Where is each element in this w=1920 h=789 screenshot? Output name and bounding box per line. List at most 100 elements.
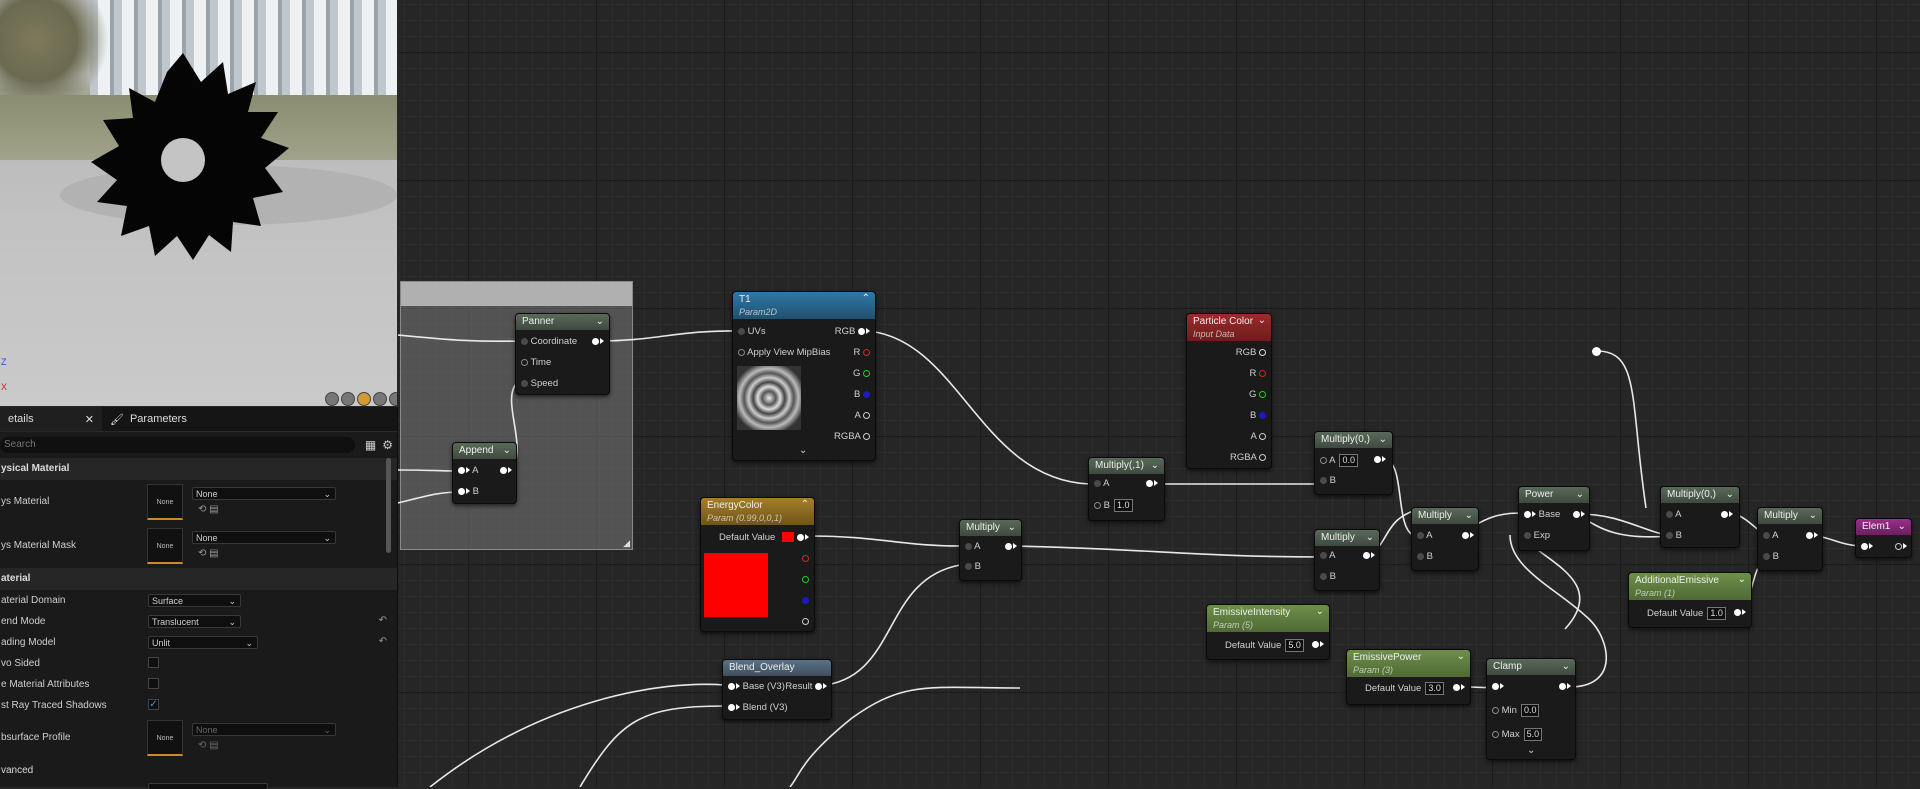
clamp-min-value[interactable]: 0.0 <box>1520 704 1540 717</box>
tab-parameters[interactable]: 🖌 Parameters <box>102 407 195 431</box>
pin-blend-blend[interactable]: Blend (V3) <box>728 702 788 714</box>
chevron-down-icon[interactable]: ⌄ <box>1151 458 1159 474</box>
multiply-a-header[interactable]: Multiply ⌄ <box>960 520 1021 536</box>
reset-icon[interactable]: ↶ <box>379 615 387 626</box>
multiply-d-header[interactable]: Multiply ⌄ <box>1758 508 1822 524</box>
pin-multiply-1-a[interactable]: A <box>1094 478 1109 490</box>
material-preview-viewport[interactable]: Z X <box>0 0 397 406</box>
multiply-1-header[interactable]: Multiply(,1) ⌄ <box>1089 458 1164 474</box>
t1-header[interactable]: T1 Param2D ⌃ <box>733 292 875 319</box>
two-sided-checkbox[interactable] <box>148 657 159 668</box>
chevron-up-icon[interactable]: ⌃ <box>801 498 809 511</box>
chevron-down-icon[interactable]: ⌄ <box>1576 487 1584 503</box>
pin-emissive-intensity-output[interactable] <box>1312 639 1324 651</box>
section-material[interactable]: aterial <box>0 568 397 590</box>
section-physical-material[interactable]: ysical Material <box>0 458 397 480</box>
pin-t1-rgb[interactable]: RGB <box>835 326 870 338</box>
subsurface-profile-thumbnail[interactable]: None <box>147 720 183 756</box>
node-emissive-power[interactable]: EmissivePower Param (3) ⌄ Default Value 3.0 <box>1346 649 1471 705</box>
material-domain-dropdown[interactable]: Surface ⌄ <box>148 594 241 607</box>
particle-color-header[interactable]: Particle Color Input Data ⌄ <box>1187 314 1271 341</box>
phys-mask-thumbnail[interactable]: None <box>147 528 183 564</box>
pin-t1-r[interactable]: R <box>853 347 870 359</box>
chevron-up-icon[interactable]: ⌃ <box>862 292 870 305</box>
resize-handle-icon[interactable]: ◢ <box>623 538 630 549</box>
node-t1-texture[interactable]: T1 Param2D ⌃ UVs Apply View MipBias RGB R … <box>732 291 876 461</box>
pin-power-output[interactable] <box>1573 509 1585 521</box>
chevron-down-icon[interactable]: ⌄ <box>1465 508 1473 524</box>
pin-multiply-1-b[interactable]: B 1.0 <box>1094 499 1133 512</box>
node-power[interactable]: Power ⌄ Base Exp <box>1518 486 1590 551</box>
pin-particle-rgba[interactable]: RGBA <box>1230 452 1266 464</box>
chevron-down-icon[interactable]: ⌄ <box>1457 650 1465 663</box>
node-elem1[interactable]: Elem1 ⌄ <box>1855 518 1912 558</box>
pin-multiply-c-output[interactable] <box>1462 530 1474 542</box>
use-material-attributes-checkbox[interactable] <box>148 678 159 689</box>
pin-time[interactable]: Time <box>521 357 551 369</box>
browse-icon[interactable]: ⟲ ▤ <box>198 504 219 515</box>
tab-details[interactable]: etails ✕ <box>0 407 102 431</box>
chevron-down-icon[interactable]: ⌄ <box>1258 314 1266 327</box>
multiply-0b-header[interactable]: Multiply(0,) ⌄ <box>1661 487 1739 503</box>
chevron-down-icon[interactable]: ⌄ <box>503 443 511 459</box>
blend-mode-dropdown[interactable]: Translucent ⌄ <box>148 615 241 628</box>
chevron-down-icon[interactable]: ⌄ <box>1809 508 1817 524</box>
pin-t1-a[interactable]: A <box>855 410 870 422</box>
pin-particle-rgb[interactable]: RGB <box>1236 347 1266 359</box>
pin-multiply-a-b[interactable]: B <box>965 561 981 573</box>
multiply-b-header[interactable]: Multiply ⌄ <box>1315 530 1379 546</box>
chevron-down-icon[interactable]: ⌄ <box>1738 573 1746 586</box>
multiply-c-header[interactable]: Multiply ⌄ <box>1412 508 1478 524</box>
pin-multiply-0b-a[interactable]: A <box>1666 509 1681 521</box>
pin-multiply-0b-b[interactable]: B <box>1666 530 1682 542</box>
node-multiply-a[interactable]: Multiply ⌄ A B <box>959 519 1022 581</box>
emissive-intensity-header[interactable]: EmissiveIntensity Param (5) ⌄ <box>1207 605 1329 632</box>
node-multiply-b[interactable]: Multiply ⌄ A B <box>1314 529 1380 591</box>
power-header[interactable]: Power ⌄ <box>1519 487 1589 503</box>
pin-multiply-c-a[interactable]: A <box>1417 530 1432 542</box>
browse-icon[interactable]: ⟲ ▤ <box>198 740 219 751</box>
pin-uvs[interactable]: UVs <box>738 326 766 338</box>
phys-material-dropdown[interactable]: None ⌄ <box>192 487 336 500</box>
pin-speed[interactable]: Speed <box>521 378 558 390</box>
chevron-down-icon[interactable]: ⌄ <box>799 445 807 456</box>
chevron-down-icon[interactable]: ⌄ <box>1316 605 1324 618</box>
chevron-down-icon[interactable]: ⌄ <box>1726 487 1734 503</box>
pin-multiply-0-b[interactable]: B <box>1320 475 1336 487</box>
pin-additional-emissive-output[interactable] <box>1734 607 1746 619</box>
chevron-down-icon[interactable]: ⌄ <box>1008 520 1016 536</box>
energy-color-swatch[interactable] <box>781 532 794 543</box>
pin-t1-b[interactable]: B <box>854 389 870 401</box>
pin-multiply-1-output[interactable] <box>1146 478 1158 490</box>
multiply-0-header[interactable]: Multiply(0,) ⌄ <box>1315 432 1392 448</box>
node-multiply-d[interactable]: Multiply ⌄ A B <box>1757 507 1823 571</box>
preview-sphere-button[interactable] <box>341 392 355 406</box>
pin-energy-g[interactable] <box>802 574 809 586</box>
node-multiply-c[interactable]: Multiply ⌄ A B <box>1411 507 1479 571</box>
section-advanced[interactable]: vanced <box>0 760 397 782</box>
pin-multiply-0-output[interactable] <box>1374 454 1386 466</box>
reset-icon[interactable]: ↶ <box>379 636 387 647</box>
pin-clamp-output[interactable] <box>1559 681 1571 693</box>
pin-multiply-0b-output[interactable] <box>1721 509 1733 521</box>
pin-elem1-input[interactable] <box>1861 541 1873 553</box>
multiply-1-b-value[interactable]: 1.0 <box>1113 499 1133 512</box>
pin-multiply-c-b[interactable]: B <box>1417 551 1433 563</box>
additional-emissive-header[interactable]: AdditionalEmissive Param (1) ⌄ <box>1629 573 1751 600</box>
comment-header[interactable] <box>401 282 632 306</box>
node-multiply-0[interactable]: Multiply(0,) ⌄ A 0.0 B <box>1314 431 1393 495</box>
pin-append-output[interactable] <box>500 465 512 477</box>
preview-custom-button[interactable] <box>389 392 397 406</box>
pin-multiply-a-output[interactable] <box>1005 541 1017 553</box>
pin-multiply-b-b[interactable]: B <box>1320 571 1336 583</box>
details-scrollbar[interactable] <box>386 458 391 553</box>
node-clamp[interactable]: Clamp ⌄ Min 0.0 Max 5.0 ⌄ <box>1486 658 1576 760</box>
pin-multiply-d-output[interactable] <box>1806 530 1818 542</box>
advanced-field[interactable] <box>148 783 268 789</box>
multiply-0-a-value[interactable]: 0.0 <box>1339 454 1358 467</box>
chevron-down-icon[interactable]: ⌄ <box>1366 530 1374 546</box>
node-additional-emissive[interactable]: AdditionalEmissive Param (1) ⌄ Default Val… <box>1628 572 1752 628</box>
pin-multiply-a-a[interactable]: A <box>965 541 980 553</box>
close-icon[interactable]: ✕ <box>85 413 94 426</box>
chevron-down-icon[interactable]: ⌄ <box>1562 659 1570 675</box>
